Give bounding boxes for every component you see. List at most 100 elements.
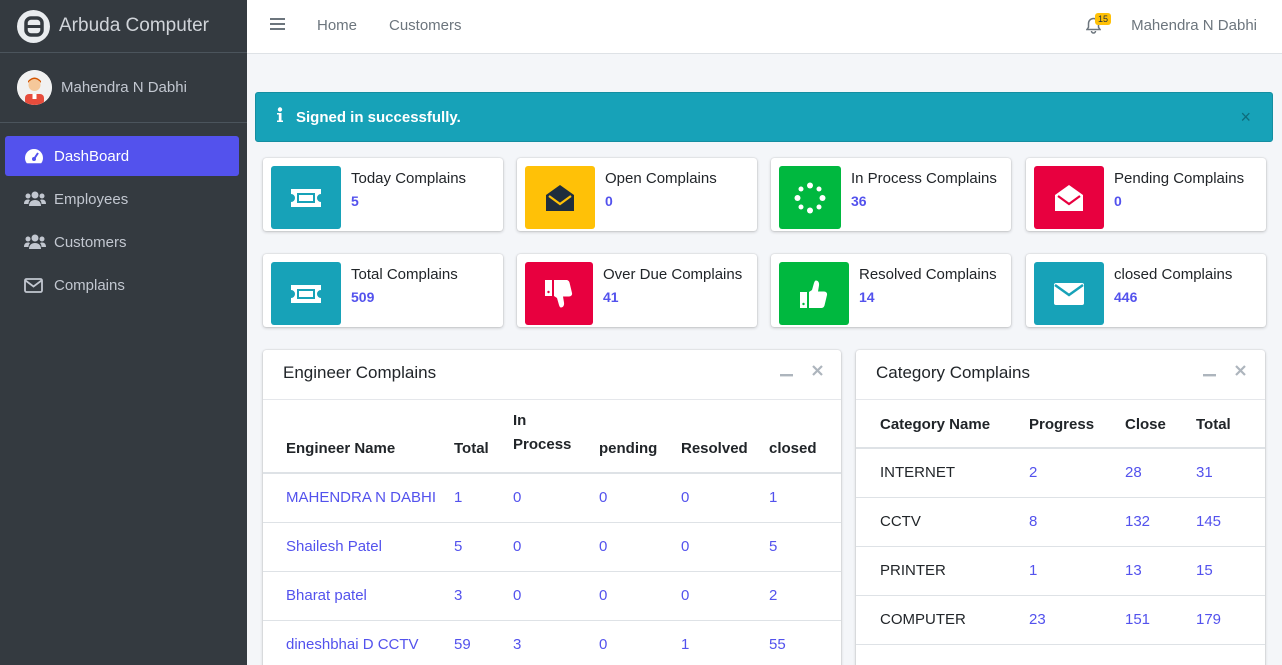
sidebar-item-customers[interactable]: Customers [5,222,239,262]
table-cell[interactable]: 3 [454,570,513,620]
sidebar-item-label: Customers [54,233,127,251]
column-header: Total [454,440,489,457]
category-table: Category Name Progress Close Total INTER… [856,400,1265,665]
info-box-value: 41 [603,289,619,305]
info-box-value: 14 [859,289,875,305]
engineer-table: Engineer Name Total In Process pending R… [263,400,841,665]
table-cell[interactable]: 0 [599,472,681,522]
nav-link-customers[interactable]: Customers [389,17,462,34]
table-cell[interactable]: 0 [513,570,599,620]
nav-link-home[interactable]: Home [317,17,357,34]
tachometer-icon [24,147,46,165]
table-row: COMPUTER 23 151 179 [856,594,1265,644]
table-cell[interactable]: 1 [769,472,841,522]
info-box-today-complains[interactable]: Today Complains 5 [263,158,503,231]
table-cell[interactable]: 55 [769,619,841,665]
sidebar-item-employees[interactable]: Employees [5,179,239,219]
table-cell[interactable]: 0 [681,570,769,620]
category-name: INTERNET [856,447,1029,497]
table-row: dineshbhai D CCTV 59 3 0 1 55 [263,619,841,665]
sidebar-user-name: Mahendra N Dabhi [61,79,187,96]
brand-link[interactable]: Arbuda Computer [0,0,247,53]
category-name: CCTV [856,496,1029,546]
close-icon[interactable] [1235,362,1246,382]
table-cell [856,643,1265,665]
table-cell[interactable]: 145 [1196,496,1265,546]
table-cell[interactable]: 59 [454,619,513,665]
table-cell[interactable]: 13 [1125,545,1196,595]
table-cell[interactable]: 5 [454,521,513,571]
minus-icon[interactable] [780,362,793,382]
hamburger-menu-icon[interactable] [270,18,285,32]
info-box-pending-complains[interactable]: Pending Complains 0 [1026,158,1266,231]
table-row: Shailesh Patel 5 0 0 0 5 [263,521,841,571]
info-box-open-complains[interactable]: Open Complains 0 [517,158,757,231]
ticket-icon [271,166,341,229]
info-box-label: Total Complains [351,266,458,283]
table-cell[interactable]: 0 [599,619,681,665]
table-cell[interactable]: 151 [1125,594,1196,644]
spinner-icon [779,166,841,229]
category-complains-card: Category Complains Category Name Progres… [856,350,1265,665]
column-header: Category Name [880,416,991,433]
engineer-name-link[interactable]: Shailesh Patel [263,521,454,571]
table-cell[interactable]: 179 [1196,594,1265,644]
table-cell[interactable]: 2 [769,570,841,620]
table-cell[interactable]: 0 [513,472,599,522]
top-user-name[interactable]: Mahendra N Dabhi [1131,17,1257,34]
engineer-complains-card: Engineer Complains Engineer Name Total I… [263,350,841,665]
table-cell[interactable]: 132 [1125,496,1196,546]
table-cell[interactable]: 0 [513,521,599,571]
table-cell[interactable]: 3 [513,619,599,665]
table-cell[interactable]: 0 [599,521,681,571]
thumbs-down-icon [525,262,593,325]
table-row: PRINTER 1 13 15 [856,545,1265,595]
sidebar-item-label: Complains [54,276,125,294]
table-cell[interactable]: 0 [599,570,681,620]
avatar [17,70,52,105]
table-row: Bharat patel 3 0 0 0 2 [263,570,841,620]
engineer-name-link[interactable]: MAHENDRA N DABHI [263,472,454,522]
sidebar-item-complains[interactable]: Complains [5,265,239,305]
table-cell[interactable]: 1 [1029,545,1125,595]
table-cell[interactable]: 1 [681,619,769,665]
brand-logo-icon [17,9,50,43]
close-icon[interactable]: × [1240,107,1251,128]
table-cell[interactable]: 15 [1196,545,1265,595]
table-cell[interactable]: 1 [454,472,513,522]
info-box-value: 36 [851,193,867,209]
table-cell[interactable]: 31 [1196,447,1265,497]
sidebar-item-dashboard[interactable]: DashBoard [5,136,239,176]
column-header: Resolved [681,440,748,457]
info-box-label: Open Complains [605,170,717,187]
info-box-value: 446 [1114,289,1138,305]
column-header: In Process [513,412,572,453]
info-box-value: 0 [1114,193,1122,209]
info-box-total-complains[interactable]: Total Complains 509 [263,254,503,327]
info-box-label: Resolved Complains [859,266,997,283]
table-cell[interactable]: 8 [1029,496,1125,546]
success-alert: Signed in successfully. × [255,92,1273,142]
category-name: PRINTER [856,545,1029,595]
info-box-in-process-complains[interactable]: In Process Complains 36 [771,158,1011,231]
thumbs-up-icon [779,262,849,325]
table-cell[interactable]: 0 [681,472,769,522]
info-box-resolved-complains[interactable]: Resolved Complains 14 [771,254,1011,327]
sidebar-item-label: DashBoard [54,147,130,165]
close-icon[interactable] [812,362,823,382]
info-box-closed-complains[interactable]: closed Complains 446 [1026,254,1266,327]
table-cell[interactable]: 28 [1125,447,1196,497]
table-cell[interactable]: 23 [1029,594,1125,644]
user-panel[interactable]: Mahendra N Dabhi [0,53,247,123]
table-cell[interactable]: 0 [681,521,769,571]
info-box-over-due-complains[interactable]: Over Due Complains 41 [517,254,757,327]
table-cell[interactable]: 2 [1029,447,1125,497]
column-header: closed [769,440,817,457]
top-navbar: Home Customers 15 Mahendra N Dabhi [247,0,1282,54]
engineer-name-link[interactable]: dineshbhai D CCTV [263,619,454,665]
minus-icon[interactable] [1203,362,1216,382]
envelope-open-icon [1034,166,1104,229]
engineer-name-link[interactable]: Bharat patel [263,570,454,620]
table-cell[interactable]: 5 [769,521,841,571]
card-header: Category Complains [856,350,1265,400]
